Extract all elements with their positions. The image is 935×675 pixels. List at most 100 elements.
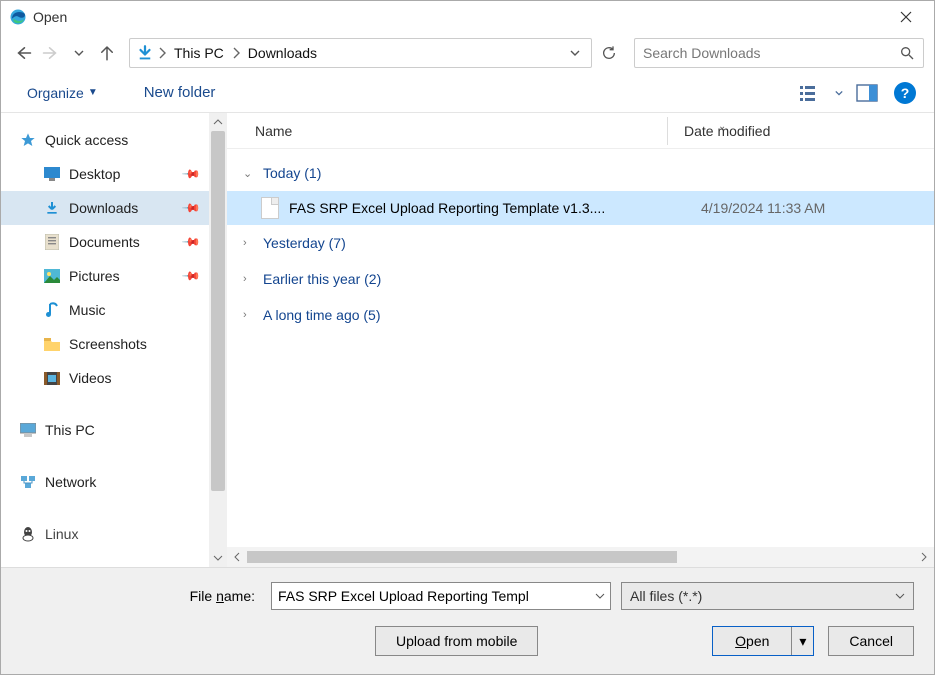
breadcrumb-downloads[interactable]: Downloads bbox=[244, 43, 321, 63]
organize-label: Organize bbox=[27, 85, 84, 101]
sidebar-item-network[interactable]: Network bbox=[1, 465, 209, 499]
chevron-right-icon: › bbox=[243, 237, 257, 249]
videos-icon bbox=[43, 369, 61, 387]
cancel-button[interactable]: Cancel bbox=[828, 626, 914, 656]
scroll-left-icon[interactable] bbox=[227, 552, 247, 562]
sidebar-item-pictures[interactable]: Pictures 📌 bbox=[1, 259, 209, 293]
filter-label: All files (*.*) bbox=[630, 588, 702, 604]
organize-menu[interactable]: Organize ▼ bbox=[19, 81, 106, 105]
sidebar-scrollbar[interactable] bbox=[209, 113, 227, 567]
sidebar-item-desktop[interactable]: Desktop 📌 bbox=[1, 157, 209, 191]
preview-pane-button[interactable] bbox=[852, 79, 882, 107]
pictures-icon bbox=[43, 267, 61, 285]
pin-icon: 📌 bbox=[181, 266, 201, 286]
title-bar: Open bbox=[1, 1, 934, 33]
column-headers: Name ⌄ Date modified bbox=[227, 113, 934, 149]
open-file-dialog: Open This PC Downloads bbox=[0, 0, 935, 675]
scroll-down-icon[interactable] bbox=[209, 549, 227, 567]
nav-forward-button[interactable] bbox=[39, 41, 63, 65]
sidebar-label: Documents bbox=[69, 234, 140, 250]
group-earlier-year[interactable]: › Earlier this year (2) bbox=[227, 261, 934, 297]
group-label: Earlier this year (2) bbox=[263, 271, 381, 287]
nav-back-button[interactable] bbox=[11, 41, 35, 65]
file-name: FAS SRP Excel Upload Reporting Template … bbox=[289, 200, 685, 216]
sidebar-label: Music bbox=[69, 302, 106, 318]
column-name[interactable]: Name bbox=[227, 123, 667, 139]
sidebar-label: Network bbox=[45, 474, 96, 490]
edge-app-icon bbox=[9, 8, 27, 26]
file-icon bbox=[261, 197, 279, 219]
group-today[interactable]: ⌄ Today (1) bbox=[227, 155, 934, 191]
window-title: Open bbox=[33, 9, 67, 25]
documents-icon bbox=[43, 233, 61, 251]
filename-combobox[interactable] bbox=[271, 582, 611, 610]
file-row[interactable]: FAS SRP Excel Upload Reporting Template … bbox=[227, 191, 934, 225]
change-view-button[interactable] bbox=[796, 79, 826, 107]
filename-input[interactable] bbox=[272, 583, 590, 609]
sidebar-item-downloads[interactable]: Downloads 📌 bbox=[1, 191, 209, 225]
downloads-location-icon bbox=[136, 44, 154, 62]
address-bar[interactable]: This PC Downloads bbox=[129, 38, 592, 68]
linux-icon bbox=[19, 525, 37, 543]
file-type-filter[interactable]: All files (*.*) bbox=[621, 582, 914, 610]
view-dropdown[interactable] bbox=[832, 79, 846, 107]
network-icon bbox=[19, 473, 37, 491]
help-button[interactable]: ? bbox=[894, 82, 916, 104]
sidebar-label: Videos bbox=[69, 370, 112, 386]
sidebar-label: This PC bbox=[45, 422, 95, 438]
star-icon bbox=[19, 131, 37, 149]
group-label: A long time ago (5) bbox=[263, 307, 381, 323]
chevron-right-icon: › bbox=[243, 273, 257, 285]
navigation-row: This PC Downloads bbox=[1, 33, 934, 73]
nav-recent-dropdown[interactable] bbox=[67, 41, 91, 65]
chevron-right-icon[interactable] bbox=[232, 47, 240, 59]
chevron-down-icon[interactable] bbox=[590, 591, 610, 601]
toolbar: Organize ▼ New folder ? bbox=[1, 73, 934, 113]
chevron-down-icon: ▼ bbox=[88, 87, 98, 98]
file-date: 4/19/2024 11:33 AM bbox=[695, 200, 825, 216]
sidebar-item-screenshots[interactable]: Screenshots bbox=[1, 327, 209, 361]
refresh-button[interactable] bbox=[596, 38, 622, 68]
scroll-right-icon[interactable] bbox=[914, 552, 934, 562]
upload-from-mobile-button[interactable]: Upload from mobile bbox=[375, 626, 538, 656]
column-date-modified[interactable]: ⌄ Date modified bbox=[668, 123, 934, 139]
group-yesterday[interactable]: › Yesterday (7) bbox=[227, 225, 934, 261]
sidebar-item-linux[interactable]: Linux bbox=[1, 517, 209, 551]
address-dropdown[interactable] bbox=[565, 48, 585, 58]
sidebar-item-quick-access[interactable]: Quick access bbox=[1, 123, 209, 157]
chevron-down-icon: ⌄ bbox=[243, 167, 257, 180]
sidebar-item-documents[interactable]: Documents 📌 bbox=[1, 225, 209, 259]
sidebar-item-this-pc[interactable]: This PC bbox=[1, 413, 209, 447]
bottom-panel: File name: All files (*.*) Upload from m… bbox=[1, 567, 934, 674]
pin-icon: 📌 bbox=[181, 164, 201, 184]
scroll-up-icon[interactable] bbox=[209, 113, 227, 131]
filename-label: File name: bbox=[21, 588, 261, 604]
main-area: Quick access Desktop 📌 Downloads 📌 Docum… bbox=[1, 113, 934, 567]
breadcrumb-this-pc[interactable]: This PC bbox=[170, 43, 228, 63]
pin-icon: 📌 bbox=[181, 232, 201, 252]
group-label: Today (1) bbox=[263, 165, 321, 181]
new-folder-button[interactable]: New folder bbox=[136, 80, 224, 105]
horizontal-scrollbar[interactable] bbox=[227, 547, 934, 567]
search-icon bbox=[899, 45, 915, 61]
nav-up-button[interactable] bbox=[95, 41, 119, 65]
open-button[interactable]: Open ▾ bbox=[712, 626, 814, 656]
sidebar-item-music[interactable]: Music bbox=[1, 293, 209, 327]
music-icon bbox=[43, 301, 61, 319]
pin-icon: 📌 bbox=[181, 198, 201, 218]
navigation-pane: Quick access Desktop 📌 Downloads 📌 Docum… bbox=[1, 113, 209, 567]
chevron-right-icon[interactable] bbox=[158, 47, 166, 59]
group-long-ago[interactable]: › A long time ago (5) bbox=[227, 297, 934, 333]
pc-icon bbox=[19, 421, 37, 439]
sort-indicator-icon: ⌄ bbox=[718, 121, 726, 132]
sidebar-item-videos[interactable]: Videos bbox=[1, 361, 209, 395]
scroll-thumb[interactable] bbox=[211, 131, 225, 491]
file-list[interactable]: ⌄ Today (1) FAS SRP Excel Upload Reporti… bbox=[227, 149, 934, 547]
search-box[interactable] bbox=[634, 38, 924, 68]
desktop-icon bbox=[43, 165, 61, 183]
search-input[interactable] bbox=[643, 45, 893, 61]
downloads-icon bbox=[43, 199, 61, 217]
scroll-thumb[interactable] bbox=[247, 551, 677, 563]
open-dropdown[interactable]: ▾ bbox=[791, 627, 813, 655]
window-close-button[interactable] bbox=[886, 3, 926, 31]
